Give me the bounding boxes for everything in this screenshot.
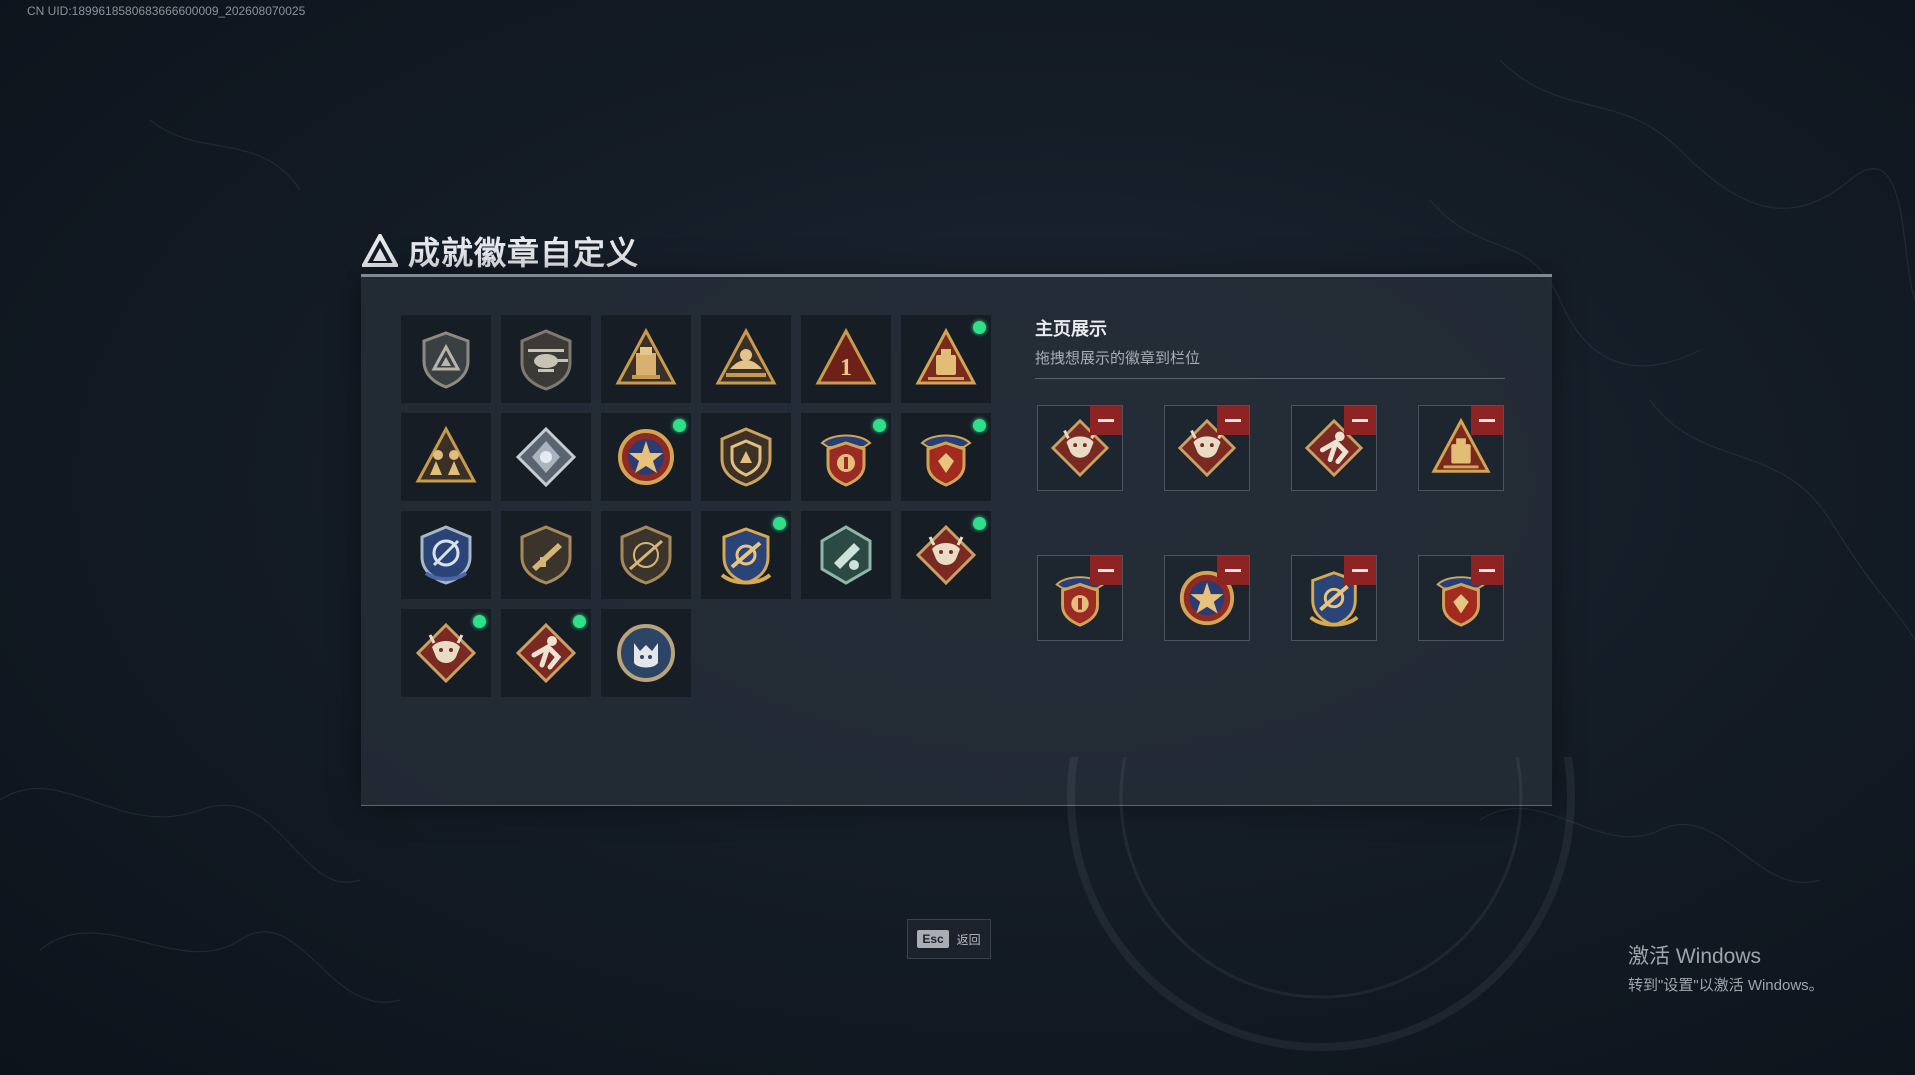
shield-triangle-icon <box>422 331 470 389</box>
gold-tower-triangle-icon <box>615 327 677 385</box>
red-dragon-diamond-icon <box>915 524 977 586</box>
showcase-slot[interactable] <box>1037 405 1123 491</box>
rifle-shield-icon <box>520 525 572 585</box>
badge-cell[interactable]: 1 <box>801 315 891 403</box>
divider <box>1035 378 1505 379</box>
badge-cell[interactable] <box>701 511 791 599</box>
showcase-slot[interactable] <box>1418 405 1504 491</box>
showcase-header: 主页展示 拖拽想展示的徽章到栏位 <box>1035 315 1505 379</box>
page-title-text: 成就徽章自定义 <box>408 235 640 271</box>
badge-cell[interactable] <box>801 413 891 501</box>
new-indicator-dot <box>873 419 886 432</box>
minus-icon <box>1225 569 1241 572</box>
page-title: 成就徽章自定义 <box>362 228 639 274</box>
star-medal-icon <box>618 429 674 485</box>
minus-icon <box>1098 419 1114 422</box>
badge-cell[interactable] <box>601 609 691 697</box>
remove-badge-button[interactable] <box>1217 406 1249 435</box>
badge-cell[interactable] <box>401 511 491 599</box>
minus-icon <box>1479 569 1495 572</box>
badge-cell[interactable] <box>501 609 591 697</box>
gold-laurel-shield-icon <box>720 527 772 585</box>
red-runner-diamond-icon <box>515 622 577 684</box>
minus-icon <box>1098 569 1114 572</box>
triangle-logo-icon <box>362 234 398 267</box>
uid-label: CN UID:1899618580683666600009_2026080700… <box>27 4 306 18</box>
badge-cell[interactable] <box>601 315 691 403</box>
remove-badge-button[interactable] <box>1471 406 1503 435</box>
sniper-shield-icon <box>620 525 672 585</box>
new-indicator-dot <box>973 419 986 432</box>
red-dragon-diamond-icon <box>415 622 477 684</box>
silver-diamond-icon <box>515 426 577 488</box>
watermark-title: 激活 Windows <box>1628 945 1762 968</box>
windows-activation-watermark: 激活 Windows 转到"设置"以激活 Windows。 <box>1628 940 1824 995</box>
showcase-slot[interactable] <box>1037 555 1123 641</box>
new-indicator-dot <box>473 615 486 628</box>
badge-cell[interactable] <box>901 413 991 501</box>
wolf-circle-icon <box>617 624 675 682</box>
badge-cell[interactable] <box>901 315 991 403</box>
gold-shield-emblem-icon <box>720 427 772 487</box>
remove-badge-button[interactable] <box>1090 556 1122 585</box>
esc-key-hint: Esc <box>917 930 949 948</box>
minus-icon <box>1479 419 1495 422</box>
showcase-slot[interactable] <box>1291 405 1377 491</box>
new-indicator-dot <box>973 517 986 530</box>
blue-crest-shield-icon <box>420 525 472 585</box>
back-button[interactable]: Esc 返回 <box>907 919 991 959</box>
remove-badge-button[interactable] <box>1344 406 1376 435</box>
remove-badge-button[interactable] <box>1217 556 1249 585</box>
new-indicator-dot <box>673 419 686 432</box>
badge-cell[interactable] <box>401 609 491 697</box>
showcase-subtitle: 拖拽想展示的徽章到栏位 <box>1035 350 1201 367</box>
remove-badge-button[interactable] <box>1471 556 1503 585</box>
badge-collection-grid: 1 <box>401 315 1001 697</box>
remove-badge-button[interactable] <box>1090 406 1122 435</box>
green-hexagon-icon <box>820 525 872 585</box>
svg-text:1: 1 <box>840 355 852 381</box>
new-indicator-dot <box>573 615 586 628</box>
badge-cell[interactable] <box>401 315 491 403</box>
badge-cell[interactable] <box>801 511 891 599</box>
back-button-label: 返回 <box>956 932 981 947</box>
badge-cell[interactable] <box>701 413 791 501</box>
showcase-slot[interactable] <box>1291 555 1377 641</box>
showcase-title: 主页展示 <box>1035 319 1107 339</box>
gold-bird-triangle-icon <box>715 327 777 385</box>
red-shield-medal-icon <box>920 434 972 487</box>
minus-icon <box>1352 569 1368 572</box>
showcase-slot[interactable] <box>1418 555 1504 641</box>
rank-one-triangle-icon: 1 <box>815 327 877 385</box>
badge-cell[interactable] <box>501 511 591 599</box>
showcase-slot[interactable] <box>1164 405 1250 491</box>
panel-emblem-watermark <box>1067 757 1575 1051</box>
showcase-slot[interactable] <box>1164 555 1250 641</box>
remove-badge-button[interactable] <box>1344 556 1376 585</box>
gold-bag-red-triangle-icon <box>915 327 977 385</box>
showcase-slots <box>1037 405 1504 641</box>
minus-icon <box>1352 419 1368 422</box>
gold-soldiers-triangle-icon <box>415 425 477 483</box>
watermark-subtitle: 转到"设置"以激活 Windows。 <box>1628 977 1824 994</box>
badge-cell[interactable] <box>601 511 691 599</box>
badge-cell[interactable] <box>601 413 691 501</box>
badge-cell[interactable] <box>401 413 491 501</box>
badge-cell[interactable] <box>501 413 591 501</box>
helicopter-icon <box>520 329 572 391</box>
new-indicator-dot <box>973 321 986 334</box>
badge-cell[interactable] <box>701 315 791 403</box>
winged-shield-medal-icon <box>820 434 872 487</box>
badge-cell[interactable] <box>901 511 991 599</box>
badge-panel: 1 主页展示 拖拽想展示的徽章到栏位 <box>361 274 1575 1051</box>
badge-cell[interactable] <box>501 315 591 403</box>
new-indicator-dot <box>773 517 786 530</box>
minus-icon <box>1225 419 1241 422</box>
